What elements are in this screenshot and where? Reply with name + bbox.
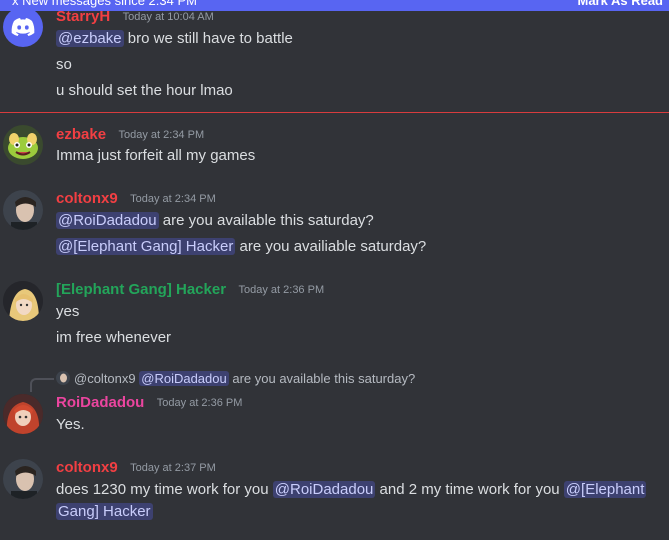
reply-preview[interactable]: @coltonx9 @RoiDadadou are you available … [56,371,415,387]
anime-avatar[interactable] [3,281,43,321]
message-content: and 2 my time work for you [375,481,564,498]
user-mention[interactable]: @RoiDadadou [56,212,159,229]
mark-as-read-button[interactable]: Mark As Read [578,0,664,8]
discord-logo-icon[interactable] [3,7,43,47]
message-text: @ezbake bro we still have to battle [56,28,293,50]
reply-author[interactable]: @coltonx9 [74,371,136,386]
timestamp[interactable]: Today at 2:37 PM [130,462,216,474]
username[interactable]: [Elephant Gang] Hacker [56,281,226,298]
person-avatar[interactable] [3,190,43,230]
timestamp[interactable]: Today at 2:36 PM [157,397,243,409]
message-content: bro we still have to battle [123,30,293,47]
reply-text: are you available this saturday? [232,371,416,386]
reply-avatar-icon [56,371,70,385]
username[interactable]: ezbake [56,126,106,143]
timestamp[interactable]: Today at 10:04 AM [123,11,214,23]
user-mention[interactable]: @[Elephant Gang] Hacker [56,238,236,255]
timestamp[interactable]: Today at 2:36 PM [239,284,325,296]
user-mention[interactable]: @[Elephant [563,481,647,498]
new-messages-banner[interactable]: x New messages since 2:34 PM Mark As Rea… [0,0,669,11]
username[interactable]: RoiDadadou [56,394,144,411]
message-text: Yes. [56,416,85,433]
username[interactable]: coltonx9 [56,190,118,207]
reply-connector [30,378,54,392]
username[interactable]: coltonx9 [56,459,118,476]
message-text: u should set the hour lmao [56,82,233,99]
message-text: yes [56,303,80,320]
user-mention[interactable]: @ezbake [56,30,124,47]
person-avatar[interactable] [3,459,43,499]
message-content: are you available this saturday? [158,212,374,229]
user-mention[interactable]: @RoiDadadou [139,371,229,386]
message-text: @[Elephant Gang] Hacker are you availiab… [56,236,426,258]
green-creature-avatar[interactable] [3,125,43,165]
message-text: Imma just forfeit all my games [56,147,256,164]
user-mention[interactable]: @RoiDadadou [272,481,376,498]
new-messages-label: x New messages since 2:34 PM [12,0,197,8]
new-messages-divider [0,112,669,113]
red-hair-avatar[interactable] [3,394,43,434]
message-text: so [56,56,72,73]
timestamp[interactable]: Today at 2:34 PM [130,193,216,205]
message-text: does 1230 my time work for you @RoiDadad… [56,479,647,501]
user-mention[interactable]: Gang] Hacker [56,503,153,520]
message-text: @RoiDadadou are you available this satur… [56,210,374,232]
message-text: Gang] Hacker [56,501,153,523]
timestamp[interactable]: Today at 2:34 PM [119,129,205,141]
message-text: im free whenever [56,329,172,346]
message-content: does 1230 my time work for you [56,481,273,498]
message-content: are you availiable saturday? [235,238,427,255]
